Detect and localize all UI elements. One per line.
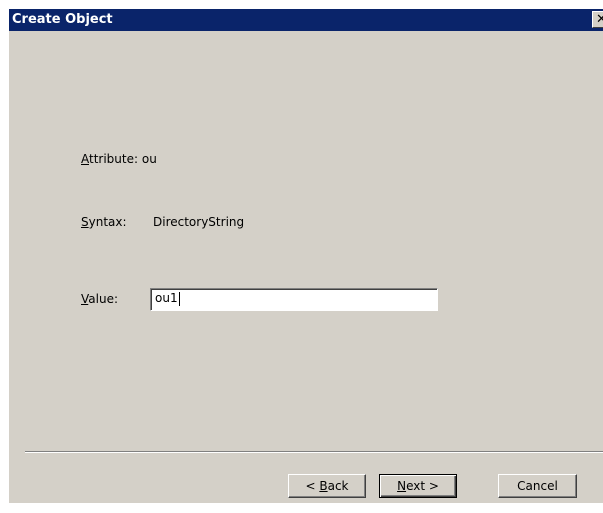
attribute-label: Attribute: — [81, 152, 139, 166]
create-object-dialog: Create Object ✕ Attribute: ou Syntax: Di… — [8, 8, 603, 503]
value-input-text: ou1 — [155, 291, 178, 305]
close-icon: ✕ — [596, 12, 603, 27]
syntax-label: Syntax: — [81, 215, 127, 229]
title-bar: Create Object ✕ — [9, 9, 603, 31]
attribute-row: Attribute: ou — [81, 152, 157, 166]
window-title: Create Object — [12, 12, 113, 27]
back-button[interactable]: < Back — [288, 474, 366, 498]
text-caret — [178, 291, 180, 306]
close-button[interactable]: ✕ — [592, 11, 603, 28]
next-button[interactable]: Next > — [379, 474, 457, 498]
syntax-value: DirectoryString — [153, 215, 245, 229]
attribute-value: ou — [141, 152, 157, 166]
separator — [25, 451, 603, 453]
cancel-button[interactable]: Cancel — [498, 474, 577, 498]
value-input[interactable]: ou1 — [150, 288, 438, 311]
value-label: Value: — [81, 292, 118, 306]
